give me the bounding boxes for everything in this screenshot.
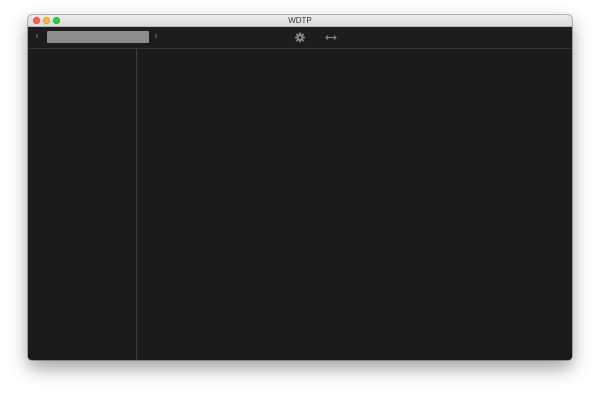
app-window: WDTP ‹ › (28, 15, 572, 360)
title-bar[interactable]: WDTP (28, 15, 572, 27)
sidebar (28, 49, 137, 360)
address-field[interactable] (47, 31, 149, 43)
desktop: WDTP ‹ › (0, 0, 600, 400)
chevron-right-icon[interactable]: › (154, 31, 158, 43)
window-title: WDTP (288, 16, 312, 25)
horizontal-resize-icon[interactable] (325, 32, 337, 43)
chevron-left-icon[interactable]: ‹ (35, 31, 39, 43)
toolbar: ‹ › (28, 27, 572, 49)
gear-icon[interactable] (294, 32, 306, 43)
main-content (137, 49, 572, 360)
